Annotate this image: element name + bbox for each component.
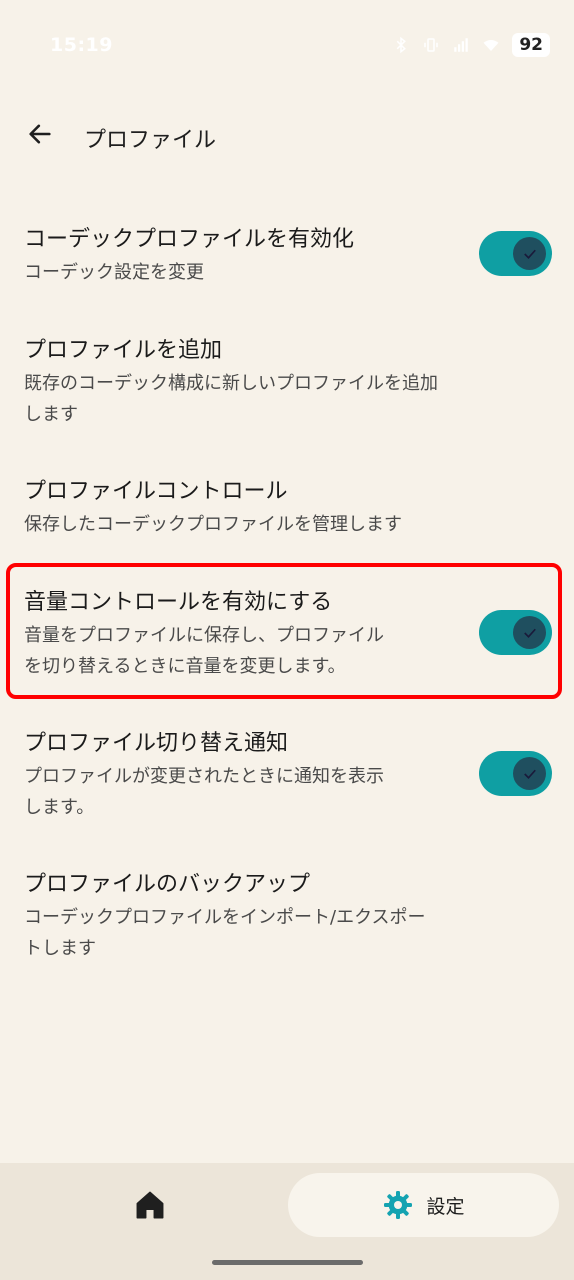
nav-home-button[interactable] [110, 1175, 190, 1235]
wifi-icon [482, 36, 500, 54]
bluetooth-icon [392, 36, 410, 54]
app-bar: プロファイル [0, 100, 574, 172]
profile-switch-notification-switch[interactable] [479, 751, 552, 796]
setting-summary: コーデック設定を変更 [24, 262, 204, 283]
setting-enable-codec-profile[interactable]: コーデックプロファイルを有効化 コーデック設定を変更 [0, 224, 574, 312]
back-button[interactable] [20, 114, 60, 154]
nav-settings-label: 設定 [426, 1195, 465, 1218]
setting-title: コーデックプロファイルを有効化 [24, 227, 355, 252]
status-icons: 92 [392, 33, 550, 57]
setting-add-profile[interactable]: プロファイルを追加 既存のコーデック構成に新しいプロファイルを追加 します [0, 335, 574, 445]
battery-indicator: 92 [512, 33, 550, 57]
setting-title: プロファイル切り替え通知 [24, 731, 289, 756]
page-title: プロファイル [84, 128, 217, 153]
check-icon [523, 769, 536, 779]
setting-profile-backup[interactable]: プロファイルのバックアップ コーデックプロファイルをインポート/エクスポー トし… [0, 869, 574, 979]
setting-summary: 既存のコーデック構成に新しいプロファイルを追加 します [24, 373, 438, 425]
setting-summary: コーデックプロファイルをインポート/エクスポー トします [24, 907, 426, 959]
nav-settings-button[interactable]: 設定 [288, 1173, 559, 1237]
switch-thumb [513, 757, 546, 790]
signal-icon [452, 36, 470, 54]
status-bar: 15:19 92 [0, 0, 574, 92]
setting-profile-control[interactable]: プロファイルコントロール 保存したコーデックプロファイルを管理します [0, 476, 574, 556]
gear-icon [384, 1191, 413, 1219]
status-time: 15:19 [50, 34, 113, 56]
highlight-box [6, 563, 562, 699]
enable-codec-profile-switch[interactable] [479, 231, 552, 276]
vibrate-icon [422, 36, 440, 54]
setting-summary: 保存したコーデックプロファイルを管理します [24, 514, 402, 535]
setting-summary: プロファイルが変更されたときに通知を表示 します。 [24, 766, 384, 818]
setting-title: プロファイルを追加 [24, 338, 223, 363]
setting-title: プロファイルのバックアップ [24, 872, 311, 897]
setting-title: プロファイルコントロール [24, 479, 288, 504]
gesture-handle[interactable] [212, 1260, 363, 1265]
back-arrow-icon [29, 124, 51, 144]
switch-thumb [513, 237, 546, 270]
home-icon [136, 1191, 164, 1219]
check-icon [523, 249, 536, 259]
setting-profile-switch-notification[interactable]: プロファイル切り替え通知 プロファイルが変更されたときに通知を表示 します。 [0, 728, 574, 838]
